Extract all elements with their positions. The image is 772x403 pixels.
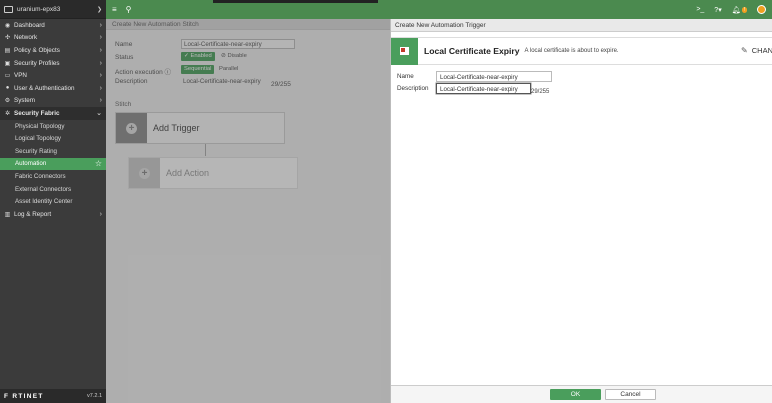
sidebar-subitem-logical-topology[interactable]: Logical Topology [0, 132, 106, 145]
sidebar-subitem-automation[interactable]: Automation ☆ [0, 157, 106, 171]
sidebar-item-label: User & Authentication [14, 84, 75, 92]
search-icon[interactable]: ⚲ [126, 5, 132, 14]
lock-icon: ▣ [4, 60, 11, 67]
sidebar-item-security-fabric[interactable]: ✲ Security Fabric ⌄ [0, 107, 106, 120]
sidebar-item-label: System [14, 97, 35, 105]
help-icon[interactable]: ?▾ [714, 6, 721, 14]
terminal-icon[interactable]: >_ [696, 6, 704, 13]
bell-icon: 🔔︎ [731, 6, 741, 14]
chevron-right-icon: › [99, 59, 102, 67]
star-icon[interactable]: ☆ [95, 159, 102, 168]
description-counter: 29/255 [531, 89, 550, 95]
sidebar-subitem-security-rating[interactable]: Security Rating [0, 145, 106, 158]
sidebar: uranium-epx83 ❯ ◉ Dashboard › ✣ Network … [0, 0, 106, 403]
panel-title: Create New Automation Trigger [391, 19, 772, 32]
panel-footer: OK Cancel [391, 385, 772, 403]
device-icon [4, 5, 13, 13]
top-bar: ≡ ⚲ >_ ?▾ 🔔︎ ! [106, 0, 772, 19]
sidebar-subitem-label: Automation [15, 160, 47, 168]
sidebar-subitem-label: Logical Topology [15, 135, 61, 143]
sidebar-subitem-asset-identity-center[interactable]: Asset Identity Center [0, 195, 106, 208]
chevron-right-icon: › [99, 84, 102, 92]
notification-count-badge: ! [741, 6, 747, 13]
chevron-right-icon: › [99, 97, 102, 105]
trigger-name-input[interactable]: Local-Certificate-near-expiry [436, 71, 552, 82]
chevron-right-icon: › [99, 21, 102, 29]
sidebar-item-label: Log & Report [14, 210, 52, 218]
create-trigger-panel: Create New Automation Trigger Local Cert… [390, 19, 772, 403]
user-icon: ● [5, 85, 10, 92]
fabric-icon: ✲ [4, 110, 11, 117]
sidebar-item-label: Policy & Objects [14, 46, 60, 54]
chevron-right-icon: › [99, 72, 102, 80]
sidebar-subitem-label: Security Rating [15, 147, 57, 155]
sidebar-item-log-report[interactable]: ▥ Log & Report › [0, 208, 106, 221]
monitor-icon: ▭ [4, 73, 11, 80]
sidebar-item-label: Network [14, 34, 38, 42]
sidebar-subitem-fabric-connectors[interactable]: Fabric Connectors [0, 170, 106, 183]
device-selector[interactable]: uranium-epx83 ❯ [0, 0, 106, 19]
change-trigger-button[interactable]: ✎ CHAN [741, 46, 772, 55]
sidebar-item-system[interactable]: ⚙ System › [0, 95, 106, 108]
cancel-button[interactable]: Cancel [605, 389, 656, 400]
version-label: v7.2.1 [87, 393, 102, 399]
gear-icon: ⚙ [4, 98, 11, 105]
ok-button[interactable]: OK [550, 389, 601, 400]
trigger-name-label: Name [397, 73, 414, 80]
sidebar-footer: F RTINET v7.2.1 [0, 389, 106, 403]
fortinet-logo: F RTINET [4, 393, 44, 400]
change-label: CHAN [751, 46, 772, 55]
notification-bell[interactable]: 🔔︎ ! [732, 6, 747, 14]
certificate-icon [400, 47, 409, 55]
sidebar-item-policy-objects[interactable]: ▤ Policy & Objects › [0, 44, 106, 57]
chevron-right-icon: › [99, 210, 102, 218]
avatar[interactable] [757, 5, 766, 14]
policy-icon: ▤ [4, 47, 11, 54]
selected-trigger: Local Certificate Expiry A local certifi… [391, 37, 772, 65]
sidebar-item-label: Security Fabric [14, 109, 60, 117]
menu-icon[interactable]: ≡ [112, 5, 117, 14]
sidebar-item-label: Security Profiles [14, 59, 60, 67]
trigger-description-input[interactable]: Local-Certificate-near-expiry [436, 83, 531, 94]
trigger-description-label: Description [397, 85, 429, 92]
device-name: uranium-epx83 [17, 5, 61, 13]
trigger-name: Local Certificate Expiry [424, 46, 520, 56]
pencil-icon: ✎ [741, 46, 748, 55]
sidebar-subitem-label: Physical Topology [15, 122, 65, 130]
chevron-right-icon: ❯ [96, 6, 102, 13]
certificate-tile [391, 37, 418, 65]
sidebar-subitem-label: Fabric Connectors [15, 172, 66, 180]
sidebar-item-label: Dashboard [14, 21, 45, 29]
sidebar-subitem-label: External Connectors [15, 185, 72, 193]
sidebar-item-network[interactable]: ✣ Network › [0, 32, 106, 45]
window-strip [213, 0, 378, 3]
brand-name: F RTINET [4, 392, 44, 400]
sidebar-item-user-authentication[interactable]: ● User & Authentication › [0, 82, 106, 95]
sidebar-subitem-label: Asset Identity Center [15, 198, 73, 206]
dashboard-icon: ◉ [4, 22, 11, 29]
sidebar-subitem-external-connectors[interactable]: External Connectors [0, 183, 106, 196]
modal-overlay [106, 19, 390, 403]
network-icon: ✣ [4, 35, 11, 42]
sidebar-subitem-physical-topology[interactable]: Physical Topology [0, 120, 106, 133]
chevron-down-icon: ⌄ [96, 110, 102, 118]
sidebar-item-security-profiles[interactable]: ▣ Security Profiles › [0, 57, 106, 70]
chevron-right-icon: › [99, 46, 102, 54]
chart-icon: ▥ [4, 211, 11, 218]
chevron-right-icon: › [99, 34, 102, 42]
trigger-description: A local certificate is about to expire. [524, 48, 619, 54]
sidebar-item-vpn[interactable]: ▭ VPN › [0, 69, 106, 82]
sidebar-item-label: VPN [14, 72, 27, 80]
sidebar-item-dashboard[interactable]: ◉ Dashboard › [0, 19, 106, 32]
